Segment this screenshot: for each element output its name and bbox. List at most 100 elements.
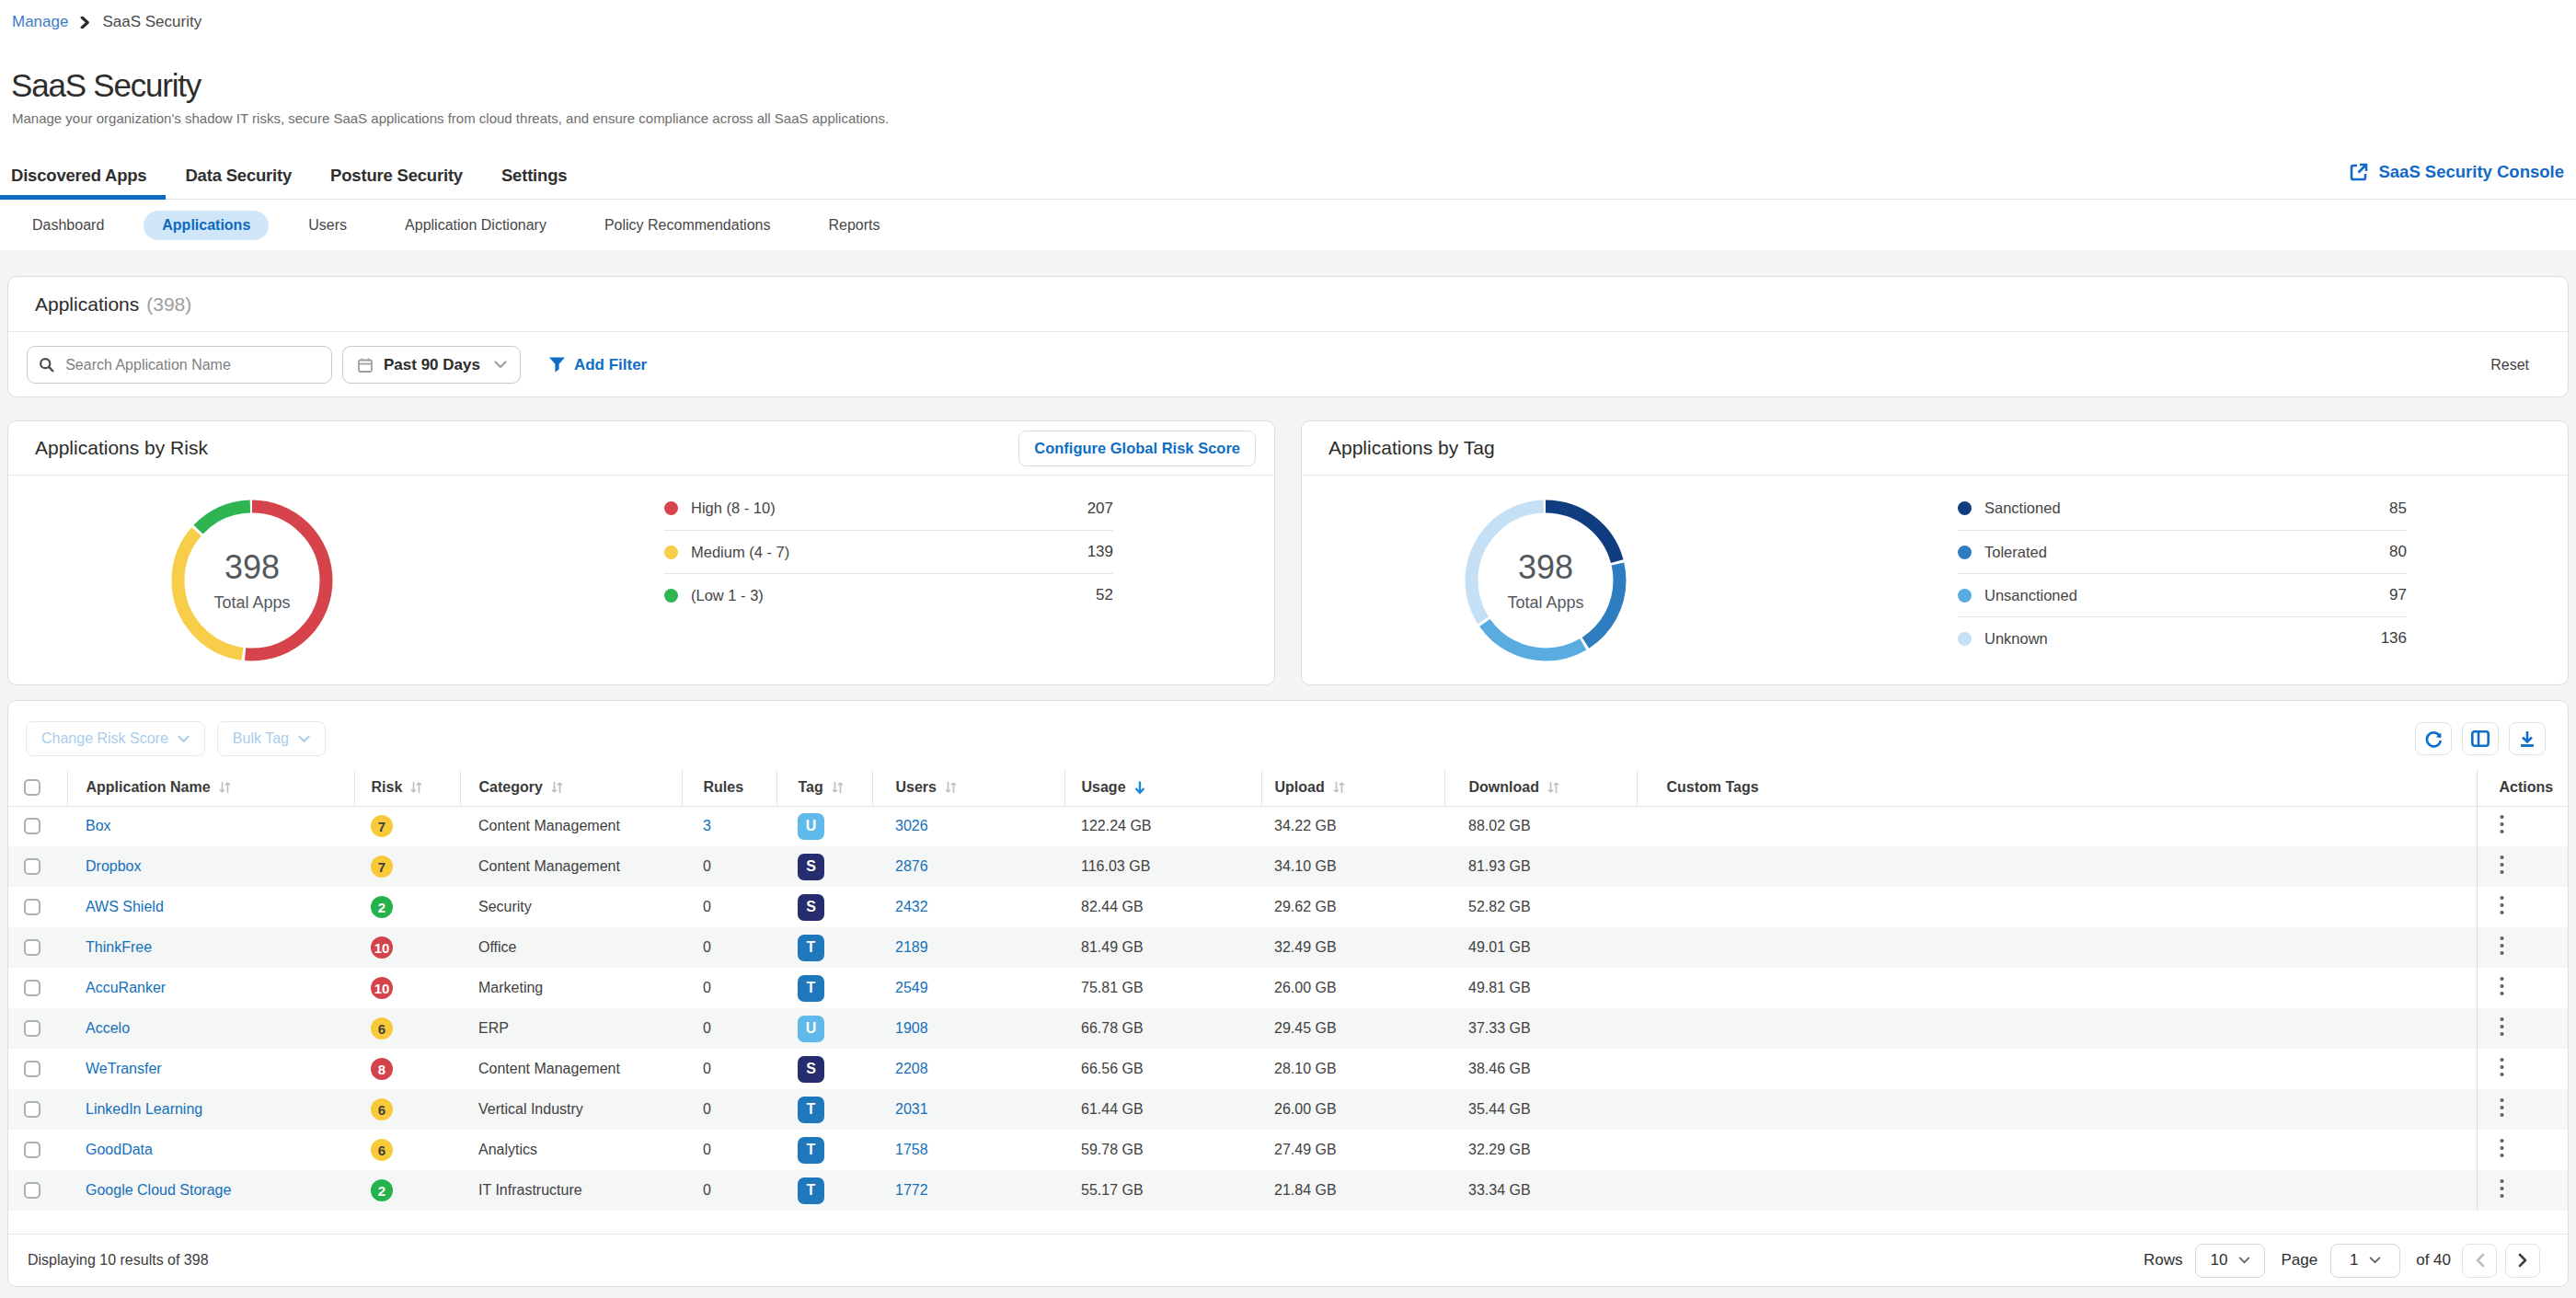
row-actions-button[interactable] bbox=[2477, 927, 2568, 968]
column-header-custom-tags[interactable]: Custom Tags bbox=[1637, 770, 2477, 806]
row-actions-button[interactable] bbox=[2477, 887, 2568, 927]
row-actions-button[interactable] bbox=[2477, 846, 2568, 887]
users-count-link[interactable]: 3026 bbox=[895, 818, 928, 833]
row-checkbox[interactable] bbox=[24, 858, 40, 875]
row-actions-button[interactable] bbox=[2477, 806, 2568, 846]
row-checkbox[interactable] bbox=[24, 899, 40, 915]
row-actions-button[interactable] bbox=[2477, 1170, 2568, 1211]
row-actions-icon[interactable] bbox=[2500, 1057, 2504, 1077]
column-header-application-name[interactable]: Application Name bbox=[67, 770, 354, 806]
table-row: GoodData6Analytics0T175859.78 GB27.49 GB… bbox=[8, 1130, 2568, 1170]
row-actions-button[interactable] bbox=[2477, 968, 2568, 1008]
column-header-actions[interactable]: Actions bbox=[2477, 770, 2568, 806]
tab-discovered-apps[interactable]: Discovered Apps bbox=[0, 166, 166, 200]
tag-badge: S bbox=[798, 1056, 824, 1083]
row-checkbox[interactable] bbox=[24, 1101, 40, 1118]
subtab-applications[interactable]: Applications bbox=[144, 211, 269, 240]
column-header-rules[interactable]: Rules bbox=[682, 770, 776, 806]
page-select[interactable]: 1 bbox=[2330, 1244, 2400, 1278]
row-checkbox[interactable] bbox=[24, 1020, 40, 1037]
application-name-link[interactable]: WeTransfer bbox=[86, 1061, 162, 1076]
row-actions-button[interactable] bbox=[2477, 1089, 2568, 1130]
application-name-link[interactable]: Box bbox=[86, 818, 111, 833]
download-button[interactable] bbox=[2509, 722, 2546, 755]
row-actions-button[interactable] bbox=[2477, 1049, 2568, 1089]
legend-dot bbox=[1958, 546, 1972, 559]
row-actions-icon[interactable] bbox=[2500, 814, 2504, 834]
reset-button[interactable]: Reset bbox=[2490, 357, 2529, 373]
risk-score-badge: 10 bbox=[371, 936, 393, 959]
column-header-usage[interactable]: Usage bbox=[1064, 770, 1261, 806]
row-checkbox[interactable] bbox=[24, 1142, 40, 1158]
rows-per-page-select[interactable]: 10 bbox=[2195, 1244, 2265, 1278]
subtab-application-dictionary[interactable]: Application Dictionary bbox=[386, 211, 565, 240]
row-checkbox[interactable] bbox=[24, 1061, 40, 1077]
saas-security-console-link[interactable]: SaaS Security Console bbox=[2349, 162, 2564, 182]
usage-cell: 55.17 GB bbox=[1064, 1170, 1261, 1211]
row-actions-icon[interactable] bbox=[2500, 1017, 2504, 1037]
rules-cell[interactable]: 3 bbox=[682, 806, 776, 846]
table-row: Dropbox7Content Management0S2876116.03 G… bbox=[8, 846, 2568, 887]
row-actions-icon[interactable] bbox=[2500, 1138, 2504, 1158]
subtab-policy-recommendations[interactable]: Policy Recommendations bbox=[586, 211, 789, 240]
tab-settings[interactable]: Settings bbox=[482, 166, 586, 200]
column-header-checkbox[interactable] bbox=[8, 770, 67, 806]
tab-posture-security[interactable]: Posture Security bbox=[311, 166, 482, 200]
tag-legend: Sanctioned85Tolerated80Unsanctioned97Unk… bbox=[1958, 487, 2407, 684]
row-checkbox[interactable] bbox=[24, 939, 40, 956]
select-all-checkbox[interactable] bbox=[24, 779, 40, 796]
column-header-download[interactable]: Download bbox=[1444, 770, 1637, 806]
previous-page-button[interactable] bbox=[2462, 1244, 2497, 1278]
bulk-tag-button[interactable]: Bulk Tag bbox=[217, 721, 326, 756]
users-count-link[interactable]: 2208 bbox=[895, 1061, 928, 1076]
add-filter-button[interactable]: Add Filter bbox=[548, 356, 647, 374]
row-actions-icon[interactable] bbox=[2500, 936, 2504, 956]
column-header-tag[interactable]: Tag bbox=[776, 770, 872, 806]
users-count-link[interactable]: 1758 bbox=[895, 1142, 928, 1157]
row-actions-icon[interactable] bbox=[2500, 895, 2504, 915]
column-header-upload[interactable]: Upload bbox=[1261, 770, 1444, 806]
column-header-risk[interactable]: Risk bbox=[354, 770, 460, 806]
refresh-button[interactable] bbox=[2415, 722, 2452, 755]
subtab-dashboard[interactable]: Dashboard bbox=[14, 211, 122, 240]
subtab-users[interactable]: Users bbox=[290, 211, 365, 240]
breadcrumb-manage[interactable]: Manage bbox=[12, 13, 68, 31]
upload-cell: 21.84 GB bbox=[1261, 1170, 1444, 1211]
row-checkbox[interactable] bbox=[24, 980, 40, 996]
breadcrumb-current: SaaS Security bbox=[102, 13, 201, 31]
column-header-users[interactable]: Users bbox=[872, 770, 1064, 806]
row-actions-icon[interactable] bbox=[2500, 976, 2504, 996]
row-actions-icon[interactable] bbox=[2500, 1097, 2504, 1118]
column-header-category[interactable]: Category bbox=[460, 770, 682, 806]
search-application-input[interactable] bbox=[27, 346, 332, 384]
application-name-link[interactable]: Google Cloud Storage bbox=[86, 1182, 231, 1198]
row-actions-button[interactable] bbox=[2477, 1130, 2568, 1170]
change-risk-score-button[interactable]: Change Risk Score bbox=[26, 721, 205, 756]
subtab-reports[interactable]: Reports bbox=[810, 211, 898, 240]
row-checkbox[interactable] bbox=[24, 1182, 40, 1199]
tag-badge: T bbox=[798, 1177, 824, 1204]
next-page-button[interactable] bbox=[2505, 1244, 2540, 1278]
row-actions-button[interactable] bbox=[2477, 1008, 2568, 1049]
application-name-link[interactable]: AWS Shield bbox=[86, 899, 164, 914]
row-actions-icon[interactable] bbox=[2500, 1178, 2504, 1199]
row-actions-icon[interactable] bbox=[2500, 855, 2504, 875]
application-name-link[interactable]: Dropbox bbox=[86, 858, 141, 874]
users-count-link[interactable]: 1772 bbox=[895, 1182, 928, 1198]
application-name-link[interactable]: LinkedIn Learning bbox=[86, 1101, 202, 1117]
configure-global-risk-score-button[interactable]: Configure Global Risk Score bbox=[1018, 431, 1256, 466]
users-count-link[interactable]: 2189 bbox=[895, 939, 928, 955]
users-count-link[interactable]: 2031 bbox=[895, 1101, 928, 1117]
application-name-link[interactable]: Accelo bbox=[86, 1020, 130, 1036]
row-checkbox[interactable] bbox=[24, 818, 40, 834]
tab-data-security[interactable]: Data Security bbox=[166, 166, 311, 200]
application-name-link[interactable]: GoodData bbox=[86, 1142, 153, 1157]
application-name-link[interactable]: ThinkFree bbox=[86, 939, 152, 955]
users-count-link[interactable]: 2876 bbox=[895, 858, 928, 874]
users-count-link[interactable]: 2549 bbox=[895, 980, 928, 995]
columns-button[interactable] bbox=[2462, 722, 2499, 755]
users-count-link[interactable]: 2432 bbox=[895, 899, 928, 914]
application-name-link[interactable]: AccuRanker bbox=[86, 980, 166, 995]
users-count-link[interactable]: 1908 bbox=[895, 1020, 928, 1036]
date-range-dropdown[interactable]: Past 90 Days bbox=[342, 346, 521, 384]
